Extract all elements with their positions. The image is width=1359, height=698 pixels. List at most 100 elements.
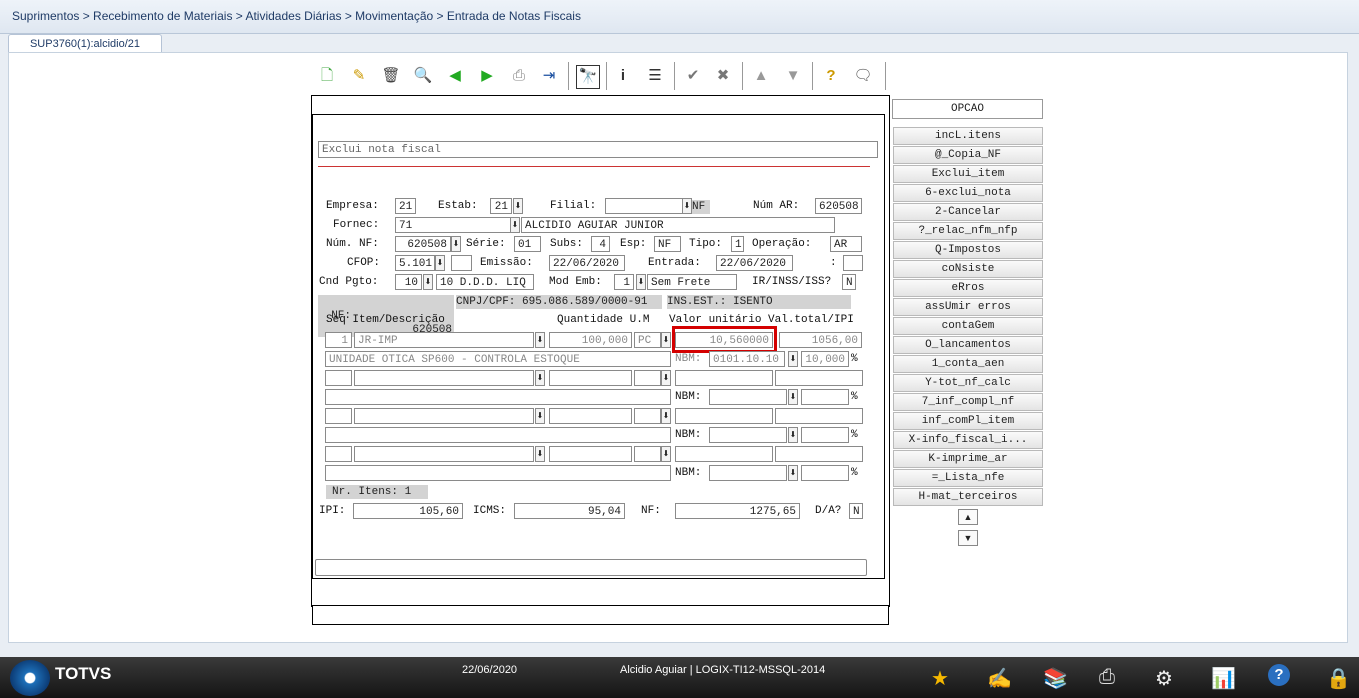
emissao-field[interactable]: 22/06/2020 xyxy=(549,255,625,271)
mod-emb-field[interactable]: 1 xyxy=(614,274,634,290)
item-total-field[interactable]: 1056,00 xyxy=(779,332,862,348)
next-icon[interactable]: ▶ xyxy=(476,65,498,87)
fornec-field[interactable]: 71 xyxy=(395,217,513,233)
da-field[interactable]: N xyxy=(849,503,863,519)
message-field[interactable]: Exclui nota fiscal xyxy=(318,141,878,158)
colon-field[interactable] xyxy=(843,255,863,271)
menu-item-imprime-ar[interactable]: K-imprime_ar xyxy=(893,450,1043,468)
menu-item-cancelar[interactable]: 2-Cancelar xyxy=(893,203,1043,221)
menu-item-inf-compl-nf[interactable]: 7_inf_compl_nf xyxy=(893,393,1043,411)
item3-um-zoom-icon[interactable]: ⬇ xyxy=(661,408,671,424)
filial-zoom-icon[interactable]: ⬇ xyxy=(682,198,692,214)
item-um-field[interactable]: PC xyxy=(634,332,661,348)
menu-item-erros[interactable]: eRros xyxy=(893,279,1043,297)
item2-desc-field[interactable] xyxy=(325,389,671,405)
settings-icon[interactable]: ⚙ xyxy=(1155,666,1173,691)
cnd-pgto-field[interactable]: 10 xyxy=(395,274,422,290)
menu-item-incl-itens[interactable]: incL.itens xyxy=(893,127,1043,145)
item3-valor-field[interactable] xyxy=(675,408,773,424)
binoculars-icon[interactable]: 🔭 xyxy=(576,65,600,89)
operacao-field[interactable]: AR xyxy=(830,236,862,252)
chart-icon[interactable]: 📊 xyxy=(1211,666,1236,691)
icms-total-field[interactable]: 95,04 xyxy=(514,503,625,519)
menu-item-contagem[interactable]: contaGem xyxy=(893,317,1043,335)
esp-field[interactable]: NF xyxy=(654,236,681,252)
menu-item-mat-terceiros[interactable]: H-mat_terceiros xyxy=(893,488,1043,506)
chat-icon[interactable]: 🗨 xyxy=(852,65,874,87)
item4-qtd-field[interactable] xyxy=(549,446,632,462)
print-icon[interactable]: ⎙ xyxy=(508,65,530,87)
printer-icon[interactable]: ⎙ xyxy=(1099,666,1115,689)
item2-valor-field[interactable] xyxy=(675,370,773,386)
up-icon[interactable]: ▲ xyxy=(750,65,772,87)
filial-field[interactable] xyxy=(605,198,683,214)
item4-um-field[interactable] xyxy=(634,446,661,462)
menu-item-exclui-nota[interactable]: 6-exclui_nota xyxy=(893,184,1043,202)
menu-item-assumir-erros[interactable]: assUmir erros xyxy=(893,298,1043,316)
tab-program[interactable]: SUP3760(1):alcidio/21 xyxy=(8,34,162,53)
item3-zoom-icon[interactable]: ⬇ xyxy=(535,408,545,424)
item4-total-field[interactable] xyxy=(775,446,863,462)
nbm-zoom-icon-3[interactable]: ⬇ xyxy=(788,427,798,443)
item4-um-zoom-icon[interactable]: ⬇ xyxy=(661,446,671,462)
ipi-total-field[interactable]: 105,60 xyxy=(353,503,463,519)
item2-ipi-field[interactable] xyxy=(801,389,849,405)
item2-nbm-field[interactable] xyxy=(709,389,787,405)
menu-scroll-top-icon[interactable]: ▲ xyxy=(958,509,978,525)
mod-emb-desc-field[interactable]: Sem Frete xyxy=(647,274,737,290)
item3-nbm-field[interactable] xyxy=(709,427,787,443)
cfop-field[interactable]: 5.101 xyxy=(395,255,435,271)
cancel-icon[interactable]: ✖ xyxy=(712,65,734,87)
item2-seq-field[interactable] xyxy=(325,370,352,386)
mod-emb-zoom-icon[interactable]: ⬇ xyxy=(636,274,646,290)
item3-seq-field[interactable] xyxy=(325,408,352,424)
menu-item-inf-compl-item[interactable]: inf_comPl_item xyxy=(893,412,1043,430)
item3-total-field[interactable] xyxy=(775,408,863,424)
item3-ipi-field[interactable] xyxy=(801,427,849,443)
serie-field[interactable]: 01 xyxy=(514,236,541,252)
nbm-zoom-icon-2[interactable]: ⬇ xyxy=(788,389,798,405)
item4-code-field[interactable] xyxy=(354,446,534,462)
empresa-field[interactable]: 21 xyxy=(395,198,416,214)
item-um-zoom-icon[interactable]: ⬇ xyxy=(661,332,671,348)
item3-qtd-field[interactable] xyxy=(549,408,632,424)
item3-um-field[interactable] xyxy=(634,408,661,424)
form-message-bar[interactable] xyxy=(315,559,867,576)
estab-field[interactable]: 21 xyxy=(490,198,512,214)
item-code-field[interactable]: JR-IMP xyxy=(354,332,534,348)
export-icon[interactable]: ⇥ xyxy=(538,65,560,87)
nbm-zoom-icon-4[interactable]: ⬇ xyxy=(788,465,798,481)
item-ipi-pct-field[interactable]: 10,000 xyxy=(801,351,849,367)
search-icon[interactable]: 🔍 xyxy=(412,65,434,87)
item-desc-field[interactable]: UNIDADE OTICA SP600 - CONTROLA ESTOQUE xyxy=(325,351,671,367)
list-icon[interactable]: ☰ xyxy=(644,65,666,87)
item2-total-field[interactable] xyxy=(775,370,863,386)
estab-zoom-icon[interactable]: ⬇ xyxy=(513,198,523,214)
breadcrumb-text[interactable]: Suprimentos > Recebimento de Materiais >… xyxy=(12,9,581,23)
menu-item-lista-nfe[interactable]: =_Lista_nfe xyxy=(893,469,1043,487)
cnd-pgto-zoom-icon[interactable]: ⬇ xyxy=(423,274,433,290)
help-circle-icon[interactable]: ? xyxy=(1268,664,1290,686)
item3-desc-field[interactable] xyxy=(325,427,671,443)
item-zoom-icon[interactable]: ⬇ xyxy=(535,332,545,348)
item2-zoom-icon[interactable]: ⬇ xyxy=(535,370,545,386)
info-icon[interactable]: i xyxy=(612,65,634,87)
item2-um-field[interactable] xyxy=(634,370,661,386)
help-icon[interactable]: ? xyxy=(820,65,842,87)
nbm-zoom-icon-1[interactable]: ⬇ xyxy=(788,351,798,367)
menu-item-exclui-item[interactable]: Exclui_item xyxy=(893,165,1043,183)
nf-total-field[interactable]: 1275,65 xyxy=(675,503,800,519)
tipo-field[interactable]: 1 xyxy=(731,236,744,252)
menu-item-copia-nf[interactable]: @_Copia_NF xyxy=(893,146,1043,164)
menu-item-relac-nfm-nfp[interactable]: ?_relac_nfm_nfp xyxy=(893,222,1043,240)
menu-item-consiste[interactable]: coNsiste xyxy=(893,260,1043,278)
erase-icon[interactable]: ✍ xyxy=(987,666,1012,691)
fornec-zoom-icon[interactable]: ⬇ xyxy=(510,217,520,233)
item2-code-field[interactable] xyxy=(354,370,534,386)
entrada-field[interactable]: 22/06/2020 xyxy=(716,255,793,271)
fornec-name-field[interactable]: ALCIDIO AGUIAR JUNIOR xyxy=(521,217,835,233)
menu-item-info-fiscal[interactable]: X-info_fiscal_i... xyxy=(893,431,1043,449)
cfop-zoom-icon[interactable]: ⬇ xyxy=(435,255,445,271)
subs-field[interactable]: 4 xyxy=(591,236,610,252)
menu-item-conta-aen[interactable]: 1_conta_aen xyxy=(893,355,1043,373)
